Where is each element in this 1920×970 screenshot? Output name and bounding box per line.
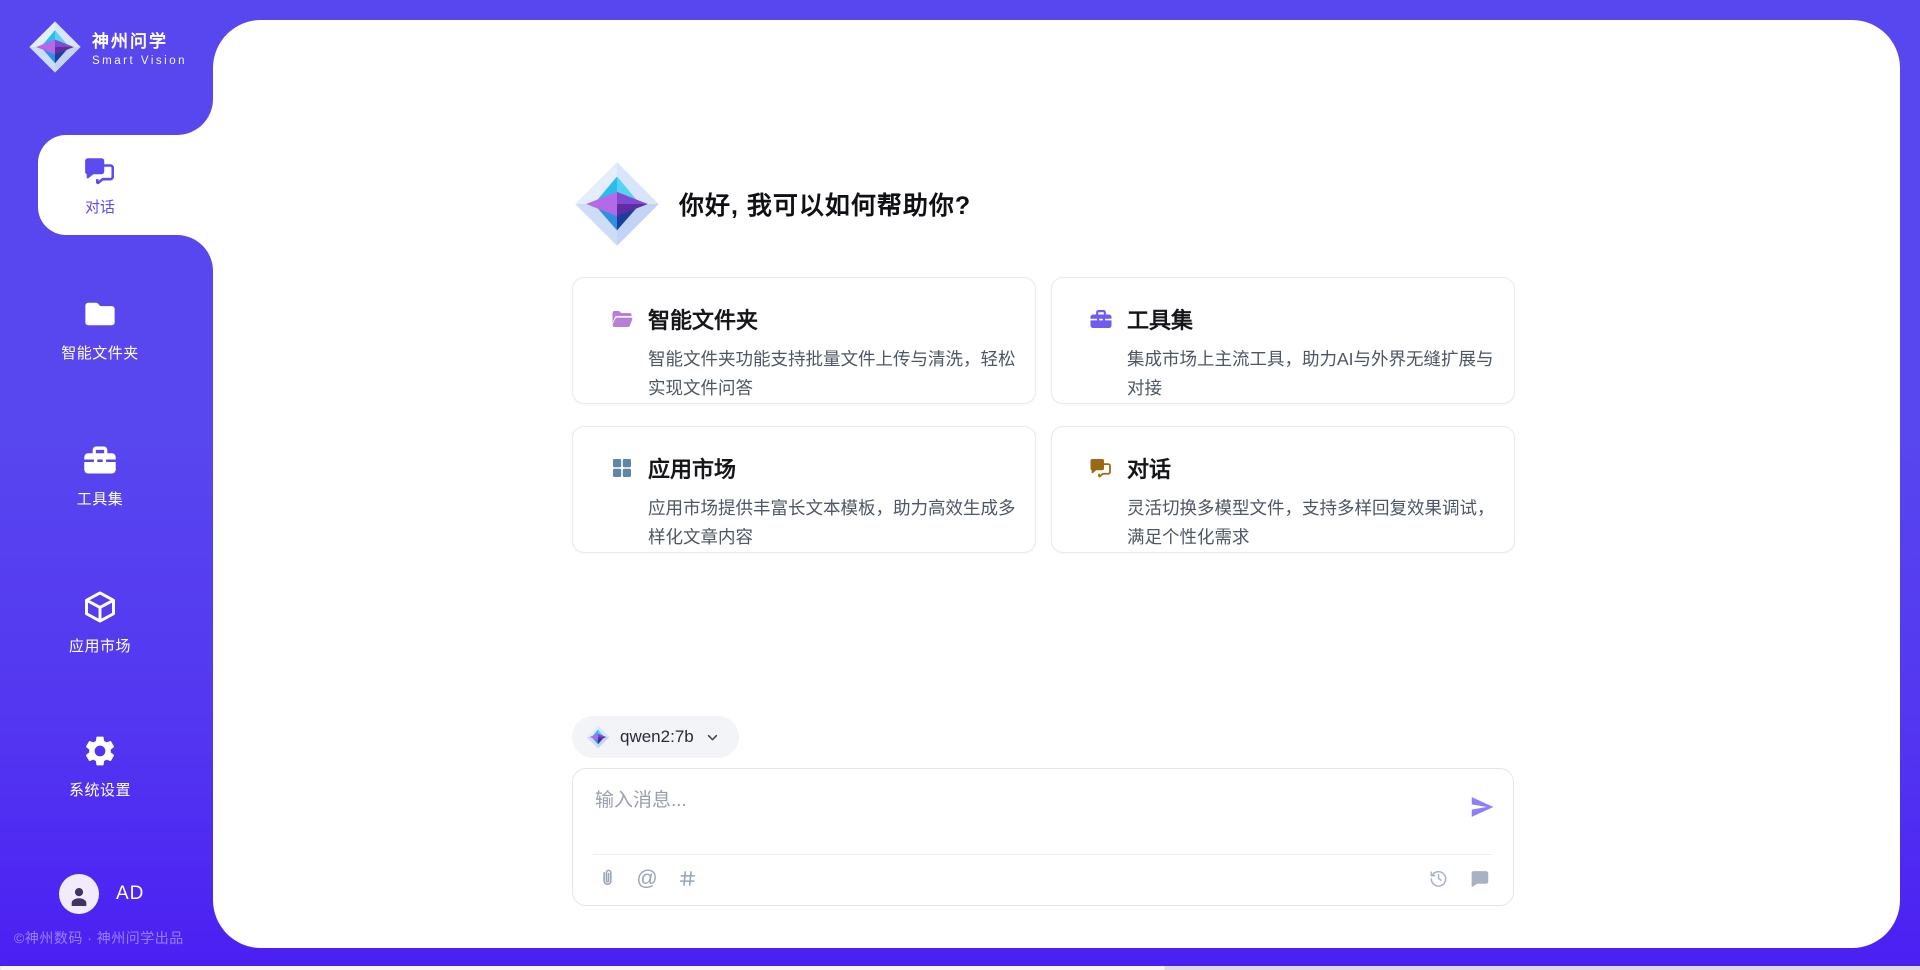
hashtag-icon (677, 868, 698, 889)
message-composer: @ (572, 768, 1514, 906)
brand-subtitle: Smart Vision (92, 55, 187, 67)
model-name: qwen2:7b (620, 727, 694, 747)
horizontal-scrollbar-thumb[interactable] (0, 966, 1165, 970)
copyright-text: ©神州数码 · 神州问学出品 (14, 928, 184, 948)
sidebar-item-toolset[interactable]: 工具集 (0, 442, 200, 509)
sidebar-item-smart-folders[interactable]: 智能文件夹 (0, 296, 200, 363)
card-description: 集成市场上主流工具，助力AI与外界无缝扩展与对接 (1127, 345, 1503, 403)
user-initials: AD (116, 883, 144, 905)
mention-icon: @ (636, 868, 657, 889)
sidebar-item-settings[interactable]: 系统设置 (0, 733, 200, 800)
send-icon (1468, 793, 1496, 821)
card-title: 应用市场 (648, 452, 736, 484)
composer-divider (593, 854, 1493, 855)
composer-toolbar: @ (595, 863, 1491, 893)
mention-button[interactable]: @ (635, 866, 659, 890)
quick-phrases-button[interactable] (1467, 866, 1491, 890)
attachment-button[interactable] (595, 866, 619, 890)
sidebar-item-chat[interactable]: 对话 (38, 135, 213, 235)
sidebar-item-label: 工具集 (77, 488, 124, 509)
brand-logo-icon (28, 20, 82, 74)
sidebar-item-label: 对话 (85, 196, 115, 217)
message-input[interactable] (595, 785, 1395, 845)
gear-icon (82, 733, 118, 769)
feature-card-app-market[interactable]: 应用市场 应用市场提供丰富长文本模板，助力高效生成多样化文章内容 (572, 426, 1036, 553)
history-icon (1428, 868, 1449, 889)
app-grid-icon (610, 456, 634, 480)
feature-card-chat[interactable]: 对话 灵活切换多模型文件，支持多样回复效果调试，满足个性化需求 (1051, 426, 1515, 553)
chat-bubbles-icon (1089, 456, 1113, 480)
feature-card-toolset[interactable]: 工具集 集成市场上主流工具，助力AI与外界无缝扩展与对接 (1051, 277, 1515, 404)
avatar (59, 874, 99, 914)
card-description: 灵活切换多模型文件，支持多样回复效果调试，满足个性化需求 (1127, 494, 1503, 552)
assistant-diamond-icon (573, 160, 661, 248)
card-title: 对话 (1127, 452, 1171, 484)
tab-top-fillet (177, 99, 213, 135)
toolbox-icon (82, 442, 118, 478)
sidebar-item-label: 系统设置 (69, 779, 131, 800)
history-button[interactable] (1426, 866, 1450, 890)
chat-bubbles-icon (83, 154, 117, 188)
greeting: 你好, 我可以如何帮助你? (573, 160, 971, 248)
hashtag-button[interactable] (675, 866, 699, 890)
toolbox-icon (1089, 307, 1113, 331)
chevron-down-icon (704, 729, 721, 746)
horizontal-scrollbar-track (0, 966, 1920, 970)
cube-icon (82, 589, 118, 625)
folder-icon (82, 296, 118, 332)
card-description: 应用市场提供丰富长文本模板，助力高效生成多样化文章内容 (648, 494, 1024, 552)
sidebar-item-label: 应用市场 (69, 635, 131, 656)
chat-square-icon (1469, 868, 1490, 889)
paperclip-icon (597, 868, 618, 889)
main-panel: 你好, 我可以如何帮助你? 智能文件夹 智能文件夹功能支持批量文件上传与清洗，轻… (213, 20, 1900, 948)
feature-cards: 智能文件夹 智能文件夹功能支持批量文件上传与清洗，轻松实现文件问答 工具集 集成… (572, 277, 1515, 553)
feature-card-smart-folders[interactable]: 智能文件夹 智能文件夹功能支持批量文件上传与清洗，轻松实现文件问答 (572, 277, 1036, 404)
tab-bottom-fillet (177, 235, 213, 271)
card-title: 智能文件夹 (648, 303, 758, 335)
person-icon (67, 884, 91, 908)
send-button[interactable] (1467, 793, 1497, 823)
folder-open-icon (610, 307, 634, 331)
card-title: 工具集 (1127, 303, 1193, 335)
user-account[interactable]: AD (59, 874, 144, 914)
card-description: 智能文件夹功能支持批量文件上传与清洗，轻松实现文件问答 (648, 345, 1024, 403)
model-selector[interactable]: qwen2:7b (572, 716, 739, 758)
sidebar-item-label: 智能文件夹 (61, 342, 139, 363)
model-diamond-icon (586, 725, 610, 749)
brand-name: 神州问学 (92, 27, 187, 52)
brand: 神州问学 Smart Vision (28, 20, 187, 74)
sidebar-item-app-market[interactable]: 应用市场 (0, 589, 200, 656)
app-root: 神州问学 Smart Vision 对话 智能文件夹 工具集 应用市场 系统设置 (0, 0, 1920, 970)
page-title: 你好, 我可以如何帮助你? (679, 186, 971, 222)
